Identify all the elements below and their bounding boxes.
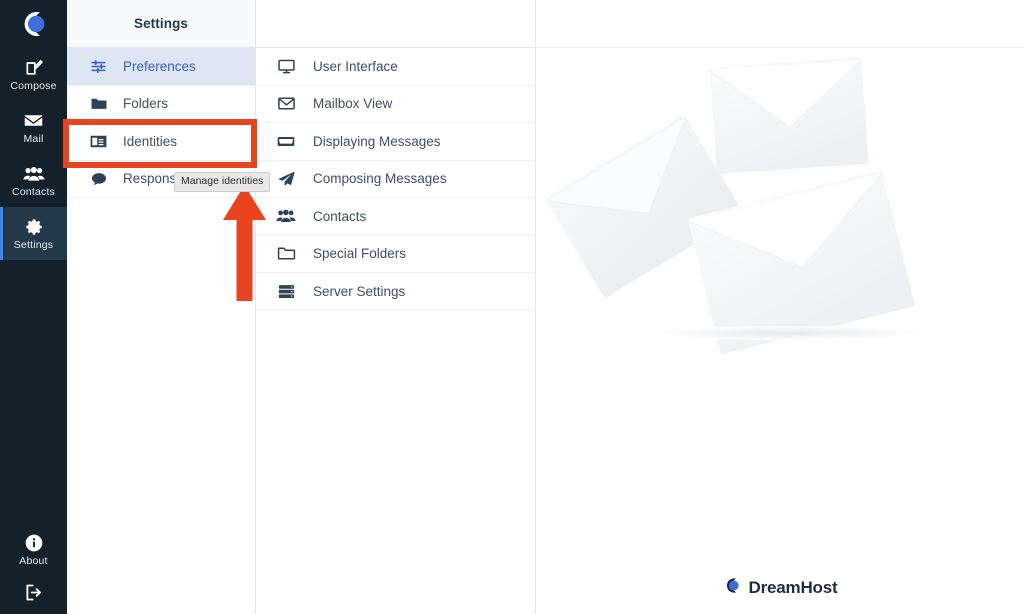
list-item-composing-messages[interactable]: Composing Messages [256,161,535,198]
list-item-mailbox-view-label: Mailbox View [313,96,393,112]
settings-list-header [256,0,535,48]
settings-nav-header: Settings [67,0,255,48]
id-card-icon [89,132,108,151]
gear-icon [24,217,44,237]
rail-item-compose-label: Compose [10,79,57,92]
rail-item-contacts-label: Contacts [11,185,56,198]
sidebar-item-identities[interactable]: Identities [67,123,255,161]
sidebar-item-preferences-label: Preferences [123,58,196,74]
compose-icon [24,58,44,78]
rail-item-about-label: About [19,554,48,567]
page-title: Settings [133,16,189,31]
rail-item-mail-label: Mail [23,132,44,145]
three-envelopes-illustration [536,48,1024,383]
rail-bottom-group: About [0,523,67,614]
list-item-server-settings-label: Server Settings [313,283,406,299]
folder-filled-icon [89,95,108,113]
list-item-mailbox-view[interactable]: Mailbox View [256,86,535,123]
list-item-user-interface[interactable]: User Interface [256,48,535,86]
contacts-icon [22,164,45,184]
list-item-contacts[interactable]: Contacts [256,198,535,236]
settings-nav-column: Settings Preferences Folders Identities … [67,0,256,614]
dreamhost-brand: DreamHost [536,576,1024,600]
content-body: DreamHost [536,48,1024,614]
sidebar-item-folders-label: Folders [123,96,169,111]
inbox-icon [276,131,296,151]
dreamhost-moon-logo-icon[interactable] [0,0,67,48]
list-item-server-settings[interactable]: Server Settings [256,273,535,311]
content-header-bar [536,0,1024,48]
sidebar-item-preferences[interactable]: Preferences [67,48,255,86]
rail-item-logout[interactable] [0,576,67,608]
list-item-contacts-label: Contacts [313,208,367,224]
logout-icon [23,582,44,602]
speech-bubble-icon [89,170,108,188]
sidebar-item-identities-label: Identities [123,133,178,149]
list-item-user-interface-label: User Interface [313,58,398,74]
contacts-icon [276,207,296,225]
content-panel: DreamHost [536,0,1024,614]
envelope-icon [23,111,44,131]
rail-item-mail[interactable]: Mail [0,101,67,154]
list-item-displaying-messages[interactable]: Displaying Messages [256,123,535,161]
list-item-special-folders-label: Special Folders [313,246,407,262]
list-item-special-folders[interactable]: Special Folders [256,236,535,273]
rail-item-compose[interactable]: Compose [0,48,67,101]
dreamhost-moon-logo-icon [723,576,742,600]
paper-plane-icon [276,169,296,188]
red-up-arrow-icon [222,184,268,307]
envelope-outline-icon [276,94,296,113]
monitor-icon [276,57,296,76]
sliders-icon [89,58,108,75]
rail-item-contacts[interactable]: Contacts [0,154,67,207]
rail-item-settings-label: Settings [13,238,54,251]
list-item-displaying-messages-label: Displaying Messages [313,133,441,149]
settings-list-column: User Interface Mailbox View Displaying M… [256,0,536,614]
rail-item-about[interactable]: About [0,523,67,576]
info-icon [24,533,44,553]
folder-outline-icon [276,244,296,263]
dreamhost-brand-label: DreamHost [748,578,838,597]
sidebar-item-folders[interactable]: Folders [67,85,255,123]
server-icon [276,282,296,301]
list-item-composing-messages-label: Composing Messages [313,171,447,187]
roundcube-settings-screen: Compose Mail Contacts Settings About Set… [0,0,1024,614]
tooltip-manage-identities: Manage identities [174,172,271,192]
primary-nav-rail: Compose Mail Contacts Settings About [0,0,67,614]
rail-item-settings[interactable]: Settings [0,207,67,260]
